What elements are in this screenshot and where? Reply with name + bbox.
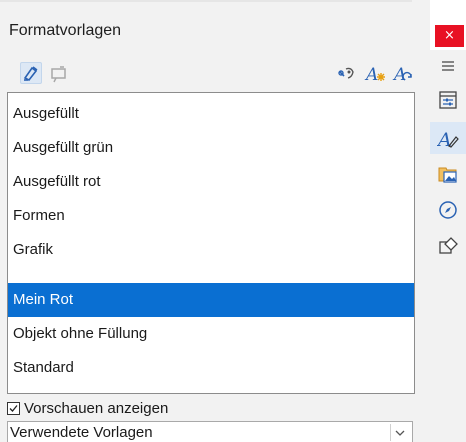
list-item-selected[interactable]: Mein Rot [8,283,414,317]
preview-label: Vorschauen anzeigen [24,399,169,417]
list-item[interactable]: Formen [8,199,414,233]
list-item[interactable]: Ausgefüllt grün [8,131,414,165]
list-item[interactable]: Ausgefüllt [8,97,414,131]
update-style-icon[interactable] [48,63,70,85]
svg-text:A: A [392,65,406,85]
properties-icon[interactable] [430,84,466,116]
top-divider [0,0,412,2]
panel-title: Formatvorlagen [9,22,122,39]
styles-deck-window: Formatvorlagen × A A Ausgefüllt Ausgefül… [0,0,466,442]
filter-value: Verwendete Vorlagen [10,424,153,441]
shapes-icon[interactable] [430,230,466,262]
svg-text:A: A [437,129,452,151]
new-style-from-selection-icon[interactable] [335,63,357,85]
navigator-icon[interactable] [430,194,466,226]
fill-format-mode-icon[interactable] [20,62,42,84]
list-item[interactable]: Grafik [8,233,414,267]
list-item[interactable]: Ausgefüllt rot [8,165,414,199]
svg-text:A: A [364,65,378,85]
preview-checkbox[interactable] [7,401,20,415]
menu-icon[interactable] [430,50,466,82]
preview-toggle[interactable]: Vorschauen anzeigen [7,398,168,418]
list-item[interactable]: Objekt ohne Füllung [8,317,414,351]
list-item[interactable]: Standard [8,351,414,385]
chevron-down-icon[interactable] [390,424,409,441]
close-button[interactable]: × [435,25,464,47]
deck-sidebar: A [430,50,466,442]
styles-icon[interactable]: A [430,122,466,154]
gallery-icon[interactable] [430,158,466,190]
new-style-icon[interactable]: A [364,63,386,85]
edit-style-icon[interactable]: A [392,63,414,85]
style-filter-select[interactable]: Verwendete Vorlagen [7,421,413,442]
styles-list[interactable]: Ausgefüllt Ausgefüllt grün Ausgefüllt ro… [7,92,415,394]
